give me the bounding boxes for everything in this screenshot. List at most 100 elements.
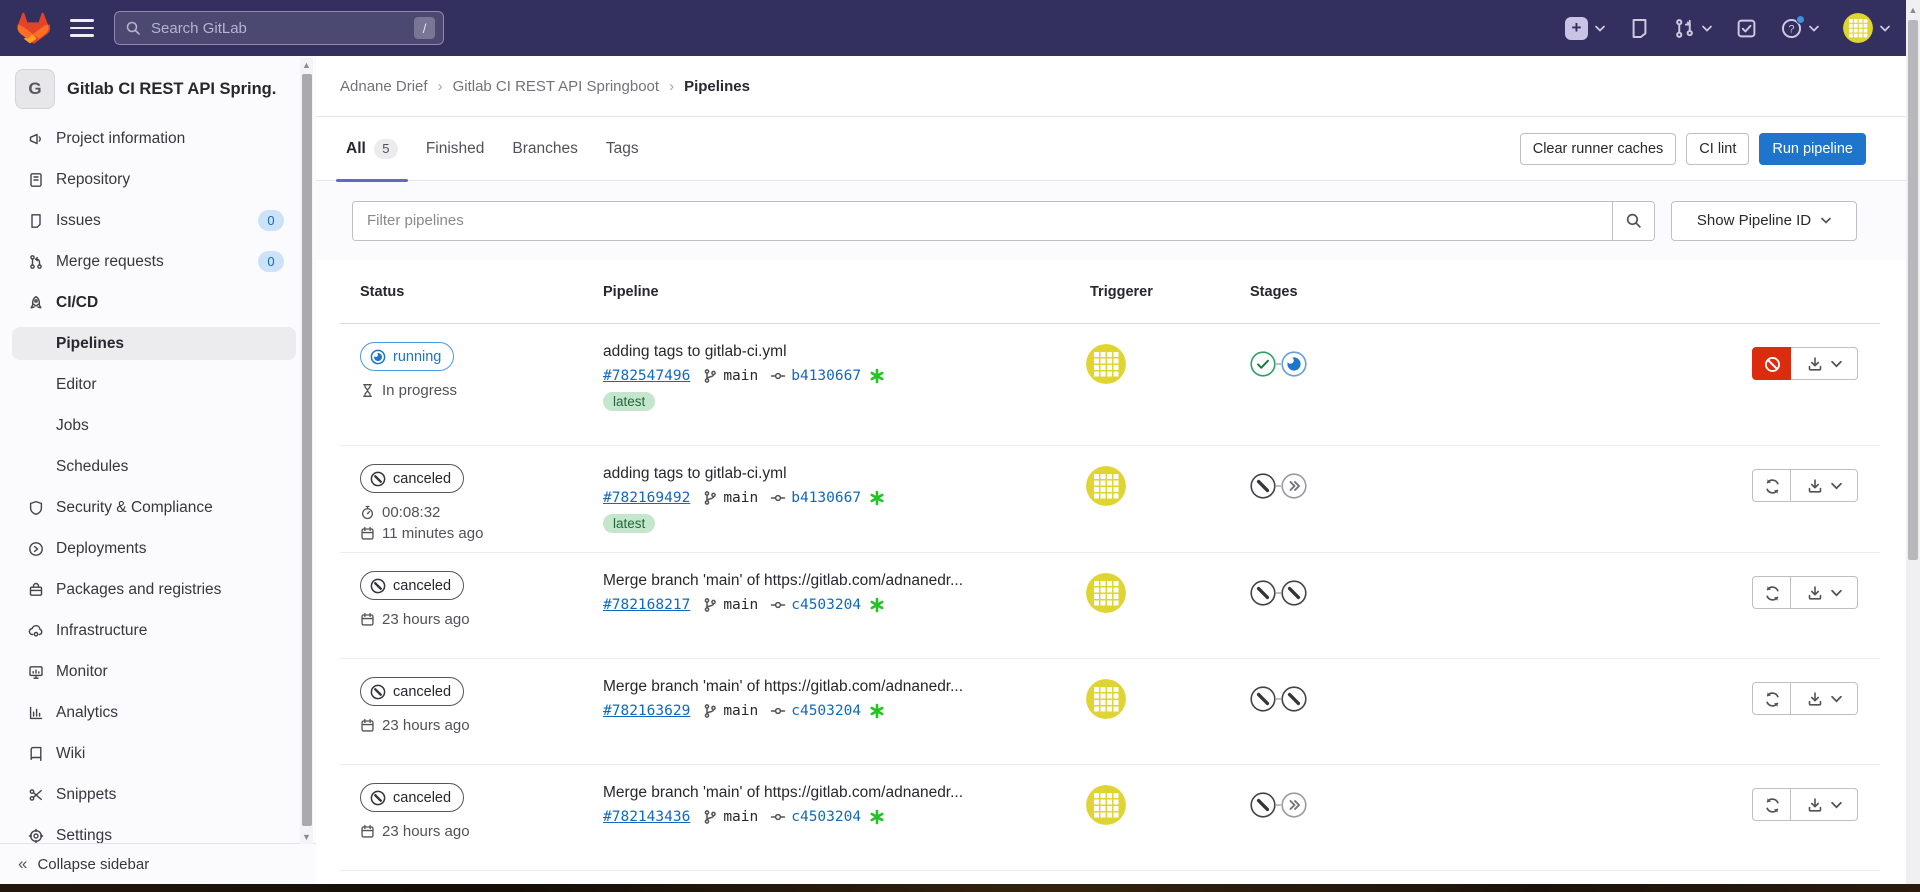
todo-icon[interactable]: [1736, 18, 1757, 39]
retry-pipeline-button[interactable]: [1752, 788, 1791, 821]
pipeline-status-badge[interactable]: running: [360, 342, 454, 371]
pipeline-id-link[interactable]: #782547496: [603, 368, 690, 384]
commit-ref[interactable]: b4130667: [770, 490, 861, 506]
sidebar-item-pipelines[interactable]: Pipelines: [12, 327, 296, 360]
run-pipeline-button[interactable]: Run pipeline: [1759, 133, 1866, 165]
pipeline-status-badge[interactable]: canceled: [360, 783, 464, 812]
sidebar-item-ci-cd[interactable]: CI/CD: [12, 286, 296, 319]
pipeline-id-link[interactable]: #782163629: [603, 703, 690, 719]
scroll-down-arrow[interactable]: ▼: [300, 830, 313, 844]
sidebar-item-schedules[interactable]: Schedules: [12, 450, 296, 483]
show-pipeline-id-dropdown[interactable]: Show Pipeline ID: [1671, 201, 1857, 241]
filter-pipelines-input[interactable]: [353, 202, 1612, 240]
ci-lint-button[interactable]: CI lint: [1686, 133, 1749, 165]
download-pipeline-button[interactable]: [1791, 682, 1858, 715]
commit-sha-link[interactable]: c4503204: [791, 703, 861, 719]
tab-all[interactable]: All 5: [332, 117, 412, 181]
hamburger-menu-icon[interactable]: [70, 19, 94, 37]
issues-icon[interactable]: [1629, 18, 1650, 39]
collapse-sidebar-button[interactable]: « Collapse sidebar: [0, 843, 316, 884]
global-search[interactable]: /: [114, 11, 444, 45]
branch-ref[interactable]: main: [702, 490, 758, 506]
scroll-up-arrow[interactable]: ▲: [1906, 2, 1920, 17]
stage-skipped-icon[interactable]: [1281, 473, 1307, 499]
pipeline-status-badge[interactable]: canceled: [360, 464, 464, 493]
triggerer-avatar[interactable]: [1086, 573, 1126, 613]
cancel-pipeline-button[interactable]: [1752, 347, 1791, 380]
count-badge: 0: [258, 210, 284, 231]
sidebar-item-analytics[interactable]: Analytics: [12, 696, 296, 729]
pipeline-id-link[interactable]: #782143436: [603, 809, 690, 825]
search-input[interactable]: [149, 19, 414, 38]
triggerer-avatar[interactable]: [1086, 344, 1126, 384]
commit-ref[interactable]: c4503204: [770, 809, 861, 825]
project-header[interactable]: G Gitlab CI REST API Spring...: [0, 56, 316, 118]
commit-sha-link[interactable]: b4130667: [791, 490, 861, 506]
triggerer-avatar[interactable]: [1086, 466, 1126, 506]
breadcrumb-group-link[interactable]: Adnane Drief: [340, 78, 428, 95]
new-menu-button[interactable]: +: [1565, 17, 1605, 40]
download-icon: [1807, 797, 1823, 813]
retry-pipeline-button[interactable]: [1752, 576, 1791, 609]
sidebar-item-issues[interactable]: Issues0: [12, 204, 296, 237]
sidebar-item-deployments[interactable]: Deployments: [12, 532, 296, 565]
sidebar-item-editor[interactable]: Editor: [12, 368, 296, 401]
stage-canceled-icon[interactable]: [1250, 473, 1276, 499]
sidebar-item-monitor[interactable]: Monitor: [12, 655, 296, 688]
commit-ref[interactable]: c4503204: [770, 597, 861, 613]
pipeline-id-link[interactable]: #782168217: [603, 597, 690, 613]
stage-passed-icon[interactable]: [1250, 351, 1276, 377]
stage-canceled-icon[interactable]: [1250, 792, 1276, 818]
tab-finished[interactable]: Finished: [412, 117, 499, 181]
cloud-gear-icon: [28, 623, 44, 639]
sidebar-scrollbar-thumb[interactable]: [302, 74, 312, 826]
tab-tags[interactable]: Tags: [592, 117, 653, 181]
sidebar-item-project-information[interactable]: Project information: [12, 122, 296, 155]
merge-requests-menu[interactable]: [1674, 18, 1712, 39]
clear-runner-caches-button[interactable]: Clear runner caches: [1520, 133, 1677, 165]
stage-skipped-icon[interactable]: [1281, 792, 1307, 818]
stage-running-icon[interactable]: [1281, 351, 1307, 377]
branch-ref[interactable]: main: [702, 703, 758, 719]
triggerer-avatar[interactable]: [1086, 679, 1126, 719]
commit-ref[interactable]: c4503204: [770, 703, 861, 719]
gitlab-tanuki-logo[interactable]: [16, 12, 50, 44]
retry-pipeline-button[interactable]: [1752, 682, 1791, 715]
commit-sha-link[interactable]: b4130667: [791, 368, 861, 384]
sidebar-item-infrastructure[interactable]: Infrastructure: [12, 614, 296, 647]
page-scrollbar-thumb[interactable]: [1908, 20, 1918, 560]
retry-pipeline-button[interactable]: [1752, 469, 1791, 502]
commit-sha-link[interactable]: c4503204: [791, 809, 861, 825]
sidebar-item-merge-requests[interactable]: Merge requests0: [12, 245, 296, 278]
download-pipeline-button[interactable]: [1791, 576, 1858, 609]
sidebar-item-jobs[interactable]: Jobs: [12, 409, 296, 442]
download-pipeline-button[interactable]: [1791, 347, 1858, 380]
sidebar-item-settings[interactable]: Settings: [12, 819, 296, 843]
branch-ref[interactable]: main: [702, 368, 758, 384]
commit-ref[interactable]: b4130667: [770, 368, 861, 384]
stage-canceled-icon[interactable]: [1250, 686, 1276, 712]
pipeline-status-badge[interactable]: canceled: [360, 571, 464, 600]
pipeline-status-badge[interactable]: canceled: [360, 677, 464, 706]
stage-canceled-icon[interactable]: [1250, 580, 1276, 606]
sidebar-item-repository[interactable]: Repository: [12, 163, 296, 196]
scroll-up-arrow[interactable]: ▲: [300, 58, 313, 72]
download-pipeline-button[interactable]: [1791, 788, 1858, 821]
sidebar-item-packages-and-registries[interactable]: Packages and registries: [12, 573, 296, 606]
user-menu[interactable]: [1843, 13, 1890, 43]
help-menu[interactable]: ?: [1781, 18, 1819, 39]
sidebar-item-snippets[interactable]: Snippets: [12, 778, 296, 811]
branch-ref[interactable]: main: [702, 597, 758, 613]
breadcrumb-project-link[interactable]: Gitlab CI REST API Springboot: [453, 78, 660, 95]
pipeline-id-link[interactable]: #782169492: [603, 490, 690, 506]
triggerer-avatar[interactable]: [1086, 785, 1126, 825]
filter-search-button[interactable]: [1612, 202, 1654, 240]
stage-canceled-icon[interactable]: [1281, 686, 1307, 712]
branch-ref[interactable]: main: [702, 809, 758, 825]
sidebar-item-wiki[interactable]: Wiki: [12, 737, 296, 770]
sidebar-item-security-compliance[interactable]: Security & Compliance: [12, 491, 296, 524]
stage-canceled-icon[interactable]: [1281, 580, 1307, 606]
download-pipeline-button[interactable]: [1791, 469, 1858, 502]
tab-branches[interactable]: Branches: [498, 117, 591, 181]
commit-sha-link[interactable]: c4503204: [791, 597, 861, 613]
